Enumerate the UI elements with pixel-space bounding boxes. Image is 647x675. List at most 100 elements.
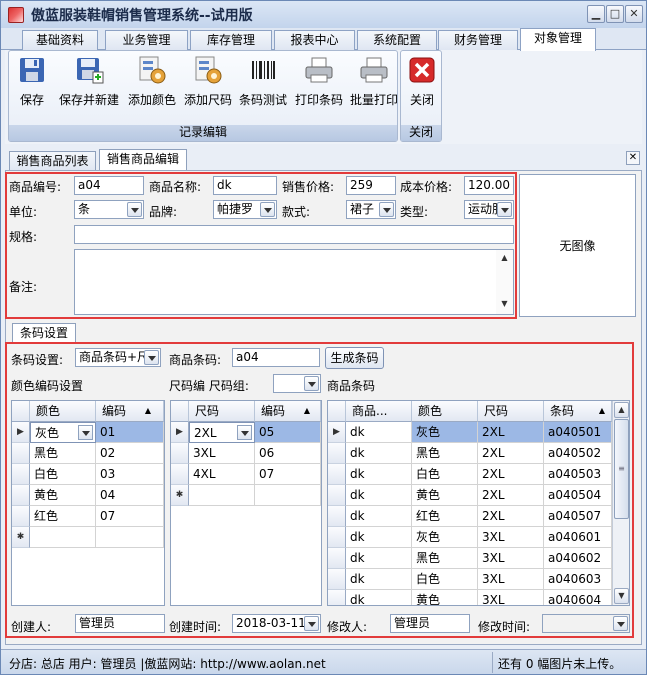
add-size-button[interactable]: 添加尺码 <box>181 55 235 113</box>
tab-sales-goods-edit[interactable]: 销售商品编辑 <box>99 149 187 171</box>
grid-cell[interactable]: 灰色 <box>412 422 478 443</box>
grid-cell[interactable]: 3XL <box>478 569 544 590</box>
row-header[interactable] <box>328 548 346 569</box>
note-textarea[interactable]: ▲ ▼ <box>74 249 514 315</box>
close-window-button[interactable]: ✕ <box>625 5 643 23</box>
note-scrollbar[interactable]: ▲ ▼ <box>496 250 513 314</box>
barcode-grid[interactable]: 商品... 颜色 尺码 条码 ▲ ▶ dk 灰色 2XL a040501 dk 黑色 2XL a0… <box>327 400 630 606</box>
modifier-input[interactable]: 管理员 <box>390 614 470 633</box>
creator-input[interactable]: 管理员 <box>75 614 165 633</box>
grid-cell[interactable]: 2XL <box>189 422 255 443</box>
size-code-grid[interactable]: 尺码 编码 ▲ ▶ 2XL 05 3XL 06 4XL 07 ✱ <box>170 400 322 606</box>
grid-cell[interactable]: a040603 <box>544 569 612 590</box>
grid-cell[interactable]: 白色 <box>412 464 478 485</box>
grid-cell[interactable]: 4XL <box>189 464 255 485</box>
grid-cell[interactable]: 黄色 <box>30 485 96 506</box>
barcode-grid-scrollbar[interactable]: ▲ ≡ ▼ <box>612 401 629 605</box>
scroll-up-icon[interactable]: ▲ <box>497 251 512 267</box>
color-code-grid[interactable]: 颜色 编码 ▲ ▶ 灰色 01 黑色 02 白色 03 黄色 04 红色 07 ✱ <box>11 400 165 606</box>
add-color-button[interactable]: 添加颜色 <box>125 55 179 113</box>
style-select[interactable]: 裙子 <box>346 200 396 219</box>
grid-cell[interactable]: 02 <box>96 443 164 464</box>
grid-cell[interactable]: 黄色 <box>412 590 478 605</box>
created-time-picker[interactable]: 2018-03-11 <box>232 614 321 633</box>
scroll-thumb[interactable]: ≡ <box>614 419 629 519</box>
title-bar[interactable]: 傲蓝服装鞋帽销售管理系统--试用版 ▁ □ ✕ <box>1 1 646 28</box>
scroll-down-icon[interactable]: ▼ <box>614 588 629 604</box>
column-header-color[interactable]: 颜色 <box>30 401 96 422</box>
column-header-code[interactable]: 编码 ▲ <box>255 401 321 422</box>
grid-cell[interactable]: 2XL <box>478 506 544 527</box>
grid-cell[interactable]: 2XL <box>478 485 544 506</box>
grid-cell[interactable]: a040507 <box>544 506 612 527</box>
row-header[interactable] <box>12 485 30 506</box>
grid-cell[interactable]: 黑色 <box>412 443 478 464</box>
grid-cell[interactable]: 2XL <box>478 443 544 464</box>
row-header[interactable] <box>328 464 346 485</box>
sale-price-input[interactable]: 259 <box>346 176 396 195</box>
grid-cell[interactable]: 白色 <box>412 569 478 590</box>
print-barcode-button[interactable]: 打印条码 <box>292 55 346 113</box>
grid-cell[interactable]: a040602 <box>544 548 612 569</box>
grid-cell[interactable]: dk <box>346 590 412 605</box>
tab-basic-data[interactable]: 基础资料 <box>22 30 98 50</box>
grid-cell[interactable]: 07 <box>96 506 164 527</box>
row-header[interactable] <box>328 590 346 605</box>
grid-cell[interactable]: 黄色 <box>412 485 478 506</box>
row-header[interactable] <box>328 443 346 464</box>
maximize-button[interactable]: □ <box>606 5 624 23</box>
grid-cell[interactable]: 3XL <box>189 443 255 464</box>
row-header[interactable] <box>328 506 346 527</box>
size-group-select[interactable] <box>273 374 321 393</box>
column-header-barcode[interactable]: 条码 ▲ <box>544 401 612 422</box>
tab-reports[interactable]: 报表中心 <box>274 30 355 50</box>
tab-business[interactable]: 业务管理 <box>105 30 188 50</box>
minimize-button[interactable]: ▁ <box>587 5 605 23</box>
grid-cell[interactable]: 03 <box>96 464 164 485</box>
grid-cell[interactable]: dk <box>346 527 412 548</box>
barcode-setting-select[interactable]: 商品条码+尺 <box>75 348 161 367</box>
tab-object-management[interactable]: 对象管理 <box>520 28 596 51</box>
cost-price-input[interactable]: 120.00 <box>464 176 514 195</box>
grid-cell[interactable]: dk <box>346 569 412 590</box>
brand-select[interactable]: 帕捷罗 <box>213 200 277 219</box>
modified-time-picker[interactable] <box>542 614 630 633</box>
save-and-new-button[interactable]: 保存并新建 <box>56 55 122 113</box>
grid-cell[interactable]: a040601 <box>544 527 612 548</box>
row-header[interactable] <box>328 569 346 590</box>
row-header[interactable]: ✱ <box>171 485 189 506</box>
grid-cell[interactable]: 3XL <box>478 527 544 548</box>
grid-cell[interactable]: dk <box>346 485 412 506</box>
grid-cell[interactable]: dk <box>346 464 412 485</box>
grid-cell[interactable]: 07 <box>255 464 321 485</box>
row-header[interactable] <box>12 443 30 464</box>
row-header[interactable] <box>12 506 30 527</box>
row-header[interactable]: ▶ <box>12 422 30 443</box>
grid-cell[interactable]: 01 <box>96 422 164 443</box>
goods-name-input[interactable]: dk <box>213 176 277 195</box>
batch-print-button[interactable]: 批量打印 <box>347 55 401 113</box>
tab-sales-goods-list[interactable]: 销售商品列表 <box>9 151 96 171</box>
row-header[interactable] <box>171 443 189 464</box>
grid-cell[interactable]: 红色 <box>30 506 96 527</box>
grid-cell[interactable]: 06 <box>255 443 321 464</box>
grid-cell[interactable]: 灰色 <box>30 422 96 443</box>
close-button[interactable]: 关闭 <box>404 55 440 113</box>
unit-select[interactable]: 条 <box>74 200 144 219</box>
scroll-up-icon[interactable]: ▲ <box>614 402 629 418</box>
grid-cell[interactable]: 04 <box>96 485 164 506</box>
grid-cell[interactable]: 2XL <box>478 464 544 485</box>
grid-cell[interactable]: 2XL <box>478 422 544 443</box>
grid-cell[interactable]: 红色 <box>412 506 478 527</box>
barcode-test-button[interactable]: 条码测试 <box>236 55 290 113</box>
column-header-code[interactable]: 编码 ▲ <box>96 401 164 422</box>
close-tab-icon[interactable]: ✕ <box>626 151 640 165</box>
column-header-goods[interactable]: 商品... <box>346 401 412 422</box>
grid-cell[interactable]: 黑色 <box>30 443 96 464</box>
type-select[interactable]: 运动服 <box>464 200 514 219</box>
row-header[interactable]: ✱ <box>12 527 30 548</box>
tab-inventory[interactable]: 库存管理 <box>190 30 272 50</box>
grid-cell[interactable] <box>96 527 164 548</box>
row-header[interactable]: ▶ <box>328 422 346 443</box>
grid-cell[interactable]: 05 <box>255 422 321 443</box>
